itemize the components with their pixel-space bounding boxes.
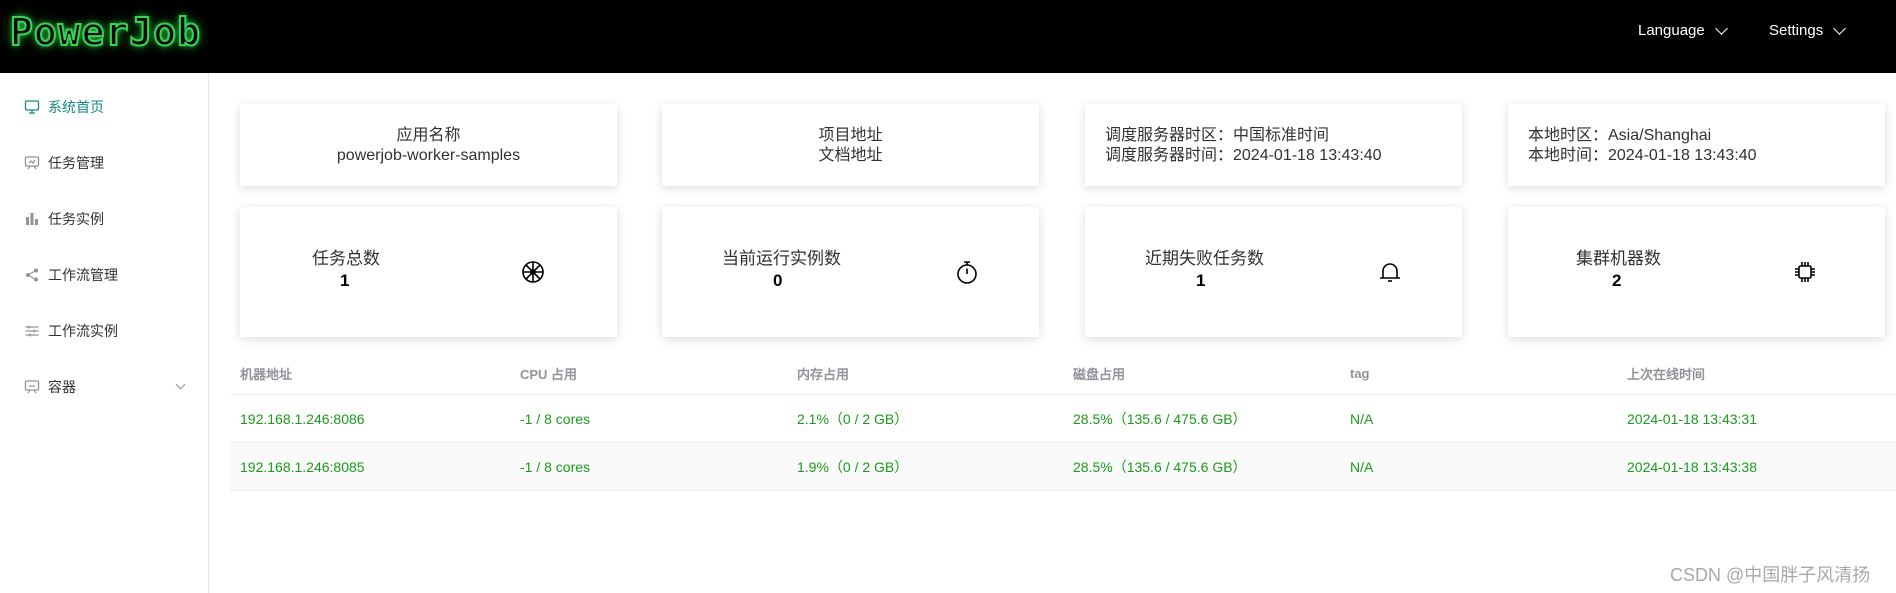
stat-card-cluster-machines: 集群机器数 2 xyxy=(1508,207,1885,337)
sliders-icon xyxy=(24,323,40,339)
table-row: 192.168.1.246:8086 -1 / 8 cores 2.1%（0 /… xyxy=(230,395,1896,443)
sidebar-item-workflow-management[interactable]: 工作流管理 xyxy=(0,247,208,303)
app-name-value: powerjob-worker-samples xyxy=(336,147,521,164)
cell-tag: N/A xyxy=(1350,458,1374,475)
stat-title: 集群机器数 xyxy=(1576,249,1661,268)
local-time-card: 本地时区：Asia/Shanghai 本地时间：2024-01-18 13:43… xyxy=(1508,104,1885,186)
stat-card-running-instances: 当前运行实例数 0 xyxy=(662,207,1039,337)
column-header-cpu: CPU 占用 xyxy=(520,366,578,382)
chevron-down-icon xyxy=(1833,21,1847,35)
cell-address: 192.168.1.246:8085 xyxy=(240,458,365,475)
sidebar-item-label: 系统首页 xyxy=(48,99,104,115)
local-timezone: 本地时区：Asia/Shanghai xyxy=(1528,127,1712,144)
settings-label: Settings xyxy=(1769,22,1824,39)
stat-title: 当前运行实例数 xyxy=(722,249,841,268)
sidebar: 系统首页 任务管理 任务实例 工作流管理 工作流实例 容器 xyxy=(0,73,209,593)
sidebar-item-label: 容器 xyxy=(48,379,76,395)
stat-value: 2 xyxy=(1612,271,1622,290)
sidebar-item-containers[interactable]: 容器 xyxy=(0,359,208,415)
cell-last-online: 2024-01-18 13:43:31 xyxy=(1627,410,1757,427)
stat-title: 近期失败任务数 xyxy=(1145,249,1264,268)
cell-last-online: 2024-01-18 13:43:38 xyxy=(1627,458,1757,475)
cell-address: 192.168.1.246:8086 xyxy=(240,410,365,427)
sidebar-item-task-management[interactable]: 任务管理 xyxy=(0,135,208,191)
cell-cpu: -1 / 8 cores xyxy=(520,410,591,427)
language-label: Language xyxy=(1638,22,1705,39)
server-time-card: 调度服务器时区：中国标准时间 调度服务器时间：2024-01-18 13:43:… xyxy=(1085,104,1462,186)
stat-card-failed-tasks: 近期失败任务数 1 xyxy=(1085,207,1462,337)
top-bar: PowerJob Language Settings xyxy=(0,0,1896,73)
monitor-icon xyxy=(24,99,40,115)
stat-value: 1 xyxy=(1196,271,1206,290)
stat-value: 0 xyxy=(773,271,783,290)
container-icon xyxy=(24,379,40,395)
stat-value: 1 xyxy=(340,271,350,290)
server-timezone: 调度服务器时区：中国标准时间 xyxy=(1105,127,1330,144)
bar-chart-icon xyxy=(24,211,40,227)
column-header-address: 机器地址 xyxy=(240,366,293,382)
chevron-down-icon xyxy=(1714,21,1728,35)
column-header-memory: 内存占用 xyxy=(797,366,850,382)
project-docs-link[interactable]: 文档地址 xyxy=(662,146,1039,166)
sidebar-item-label: 工作流实例 xyxy=(48,323,118,339)
task-board-icon xyxy=(24,155,40,171)
bell-icon xyxy=(1380,263,1400,282)
column-header-last-online: 上次在线时间 xyxy=(1627,366,1706,382)
chevron-down-icon[interactable] xyxy=(175,379,186,390)
sidebar-item-workflow-instances[interactable]: 工作流实例 xyxy=(0,303,208,359)
project-links-card: 项目地址 文档地址 xyxy=(662,104,1039,186)
powerjob-logo[interactable]: PowerJob xyxy=(9,9,201,55)
cell-disk: 28.5%（135.6 / 475.6 GB） xyxy=(1073,458,1247,475)
language-menu[interactable]: Language xyxy=(1638,21,1728,39)
settings-menu[interactable]: Settings xyxy=(1769,21,1847,39)
table-row: 192.168.1.246:8085 -1 / 8 cores 1.9%（0 /… xyxy=(230,443,1896,491)
project-repo-link[interactable]: 项目地址 xyxy=(662,126,1039,146)
cell-memory: 2.1%（0 / 2 GB） xyxy=(797,410,909,427)
sidebar-item-label: 工作流管理 xyxy=(48,267,118,283)
cpu-icon xyxy=(1795,262,1815,282)
cell-memory: 1.9%（0 / 2 GB） xyxy=(797,458,909,475)
app-name-label: 应用名称 xyxy=(396,127,461,144)
table-header: 机器地址 CPU 占用 内存占用 磁盘占用 tag 上次在线时间 xyxy=(230,352,1896,395)
server-time: 调度服务器时间：2024-01-18 13:43:40 xyxy=(1105,147,1382,164)
cell-cpu: -1 / 8 cores xyxy=(520,458,591,475)
stat-card-total-tasks: 任务总数 1 xyxy=(240,207,617,337)
cell-disk: 28.5%（135.6 / 475.6 GB） xyxy=(1073,410,1247,427)
stopwatch-icon xyxy=(957,261,977,284)
watermark: CSDN @中国胖子风清扬 xyxy=(1670,565,1871,585)
wheel-icon xyxy=(522,261,544,283)
sidebar-item-label: 任务管理 xyxy=(48,155,104,171)
app-name-card: 应用名称 powerjob-worker-samples xyxy=(240,104,617,186)
column-header-tag: tag xyxy=(1350,365,1370,381)
stat-title: 任务总数 xyxy=(312,249,380,268)
column-header-disk: 磁盘占用 xyxy=(1073,366,1126,382)
sidebar-item-home[interactable]: 系统首页 xyxy=(0,79,208,135)
local-time: 本地时间：2024-01-18 13:43:40 xyxy=(1528,147,1757,164)
sidebar-item-label: 任务实例 xyxy=(48,211,104,227)
sidebar-item-task-instances[interactable]: 任务实例 xyxy=(0,191,208,247)
share-icon xyxy=(24,267,40,283)
cell-tag: N/A xyxy=(1350,410,1374,427)
